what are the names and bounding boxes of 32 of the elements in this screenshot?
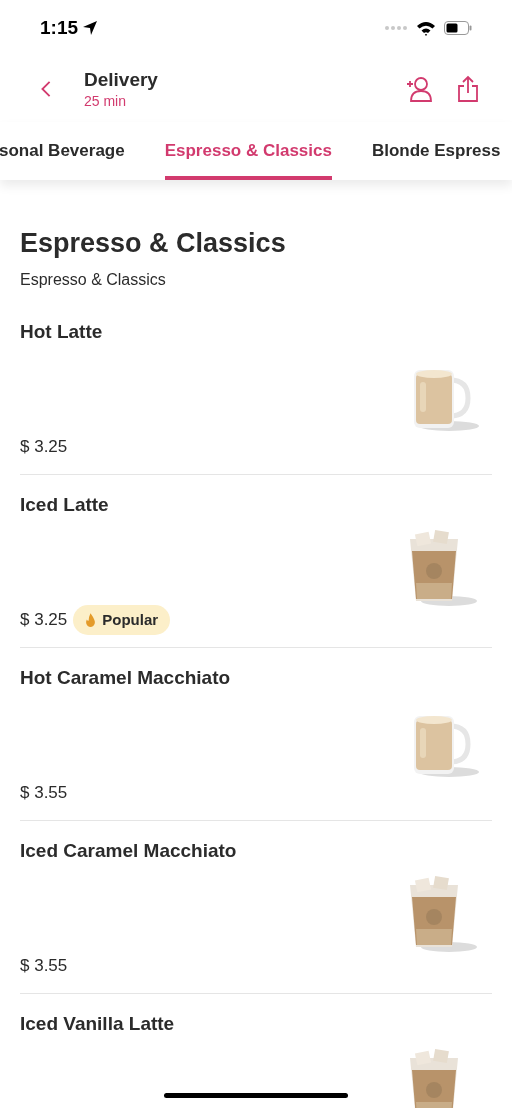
- item-price: $ 3.55: [20, 955, 68, 978]
- item-name: Hot Caramel Macchiato: [20, 666, 232, 690]
- item-name: Iced Caramel Macchiato: [20, 839, 238, 863]
- menu-item[interactable]: Iced Latte $ 3.25 Popular: [20, 475, 492, 648]
- signal-icon: [384, 25, 408, 31]
- item-price: $ 3.25: [20, 436, 68, 459]
- menu-item[interactable]: Iced Caramel Macchiato $ 3.55: [20, 821, 492, 994]
- menu-item[interactable]: Hot Latte $ 3.25: [20, 302, 492, 475]
- item-price: $ 3.25: [20, 609, 68, 632]
- category-tab[interactable]: Blonde Espress: [371, 122, 501, 180]
- item-price: $ 3.55: [20, 782, 68, 805]
- category-tab[interactable]: sonal Beverage: [0, 122, 125, 180]
- share-icon: [457, 75, 479, 103]
- item-name: Hot Latte: [20, 320, 104, 344]
- popular-badge: Popular: [73, 605, 171, 635]
- item-name: Iced Vanilla Latte: [20, 1012, 176, 1036]
- flame-icon: [85, 612, 97, 628]
- location-arrow-icon: [82, 20, 99, 36]
- menu-item[interactable]: Hot Caramel Macchiato $ 3.55: [20, 648, 492, 821]
- item-name: Iced Latte: [20, 493, 110, 517]
- wifi-icon: [416, 20, 436, 36]
- clock-time: 1:15: [40, 15, 79, 40]
- header-title: Delivery: [84, 68, 158, 92]
- delivery-time: 25 min: [84, 92, 128, 110]
- back-icon: [40, 80, 52, 98]
- category-tab[interactable]: Espresso & Classics: [164, 122, 332, 180]
- share-button[interactable]: [456, 75, 480, 103]
- battery-icon: [444, 21, 472, 35]
- add-person-icon: [406, 76, 434, 102]
- section-subtitle: Espresso & Classics: [20, 270, 167, 290]
- add-person-button[interactable]: [406, 75, 434, 103]
- section-title: Espresso & Classics: [20, 228, 287, 258]
